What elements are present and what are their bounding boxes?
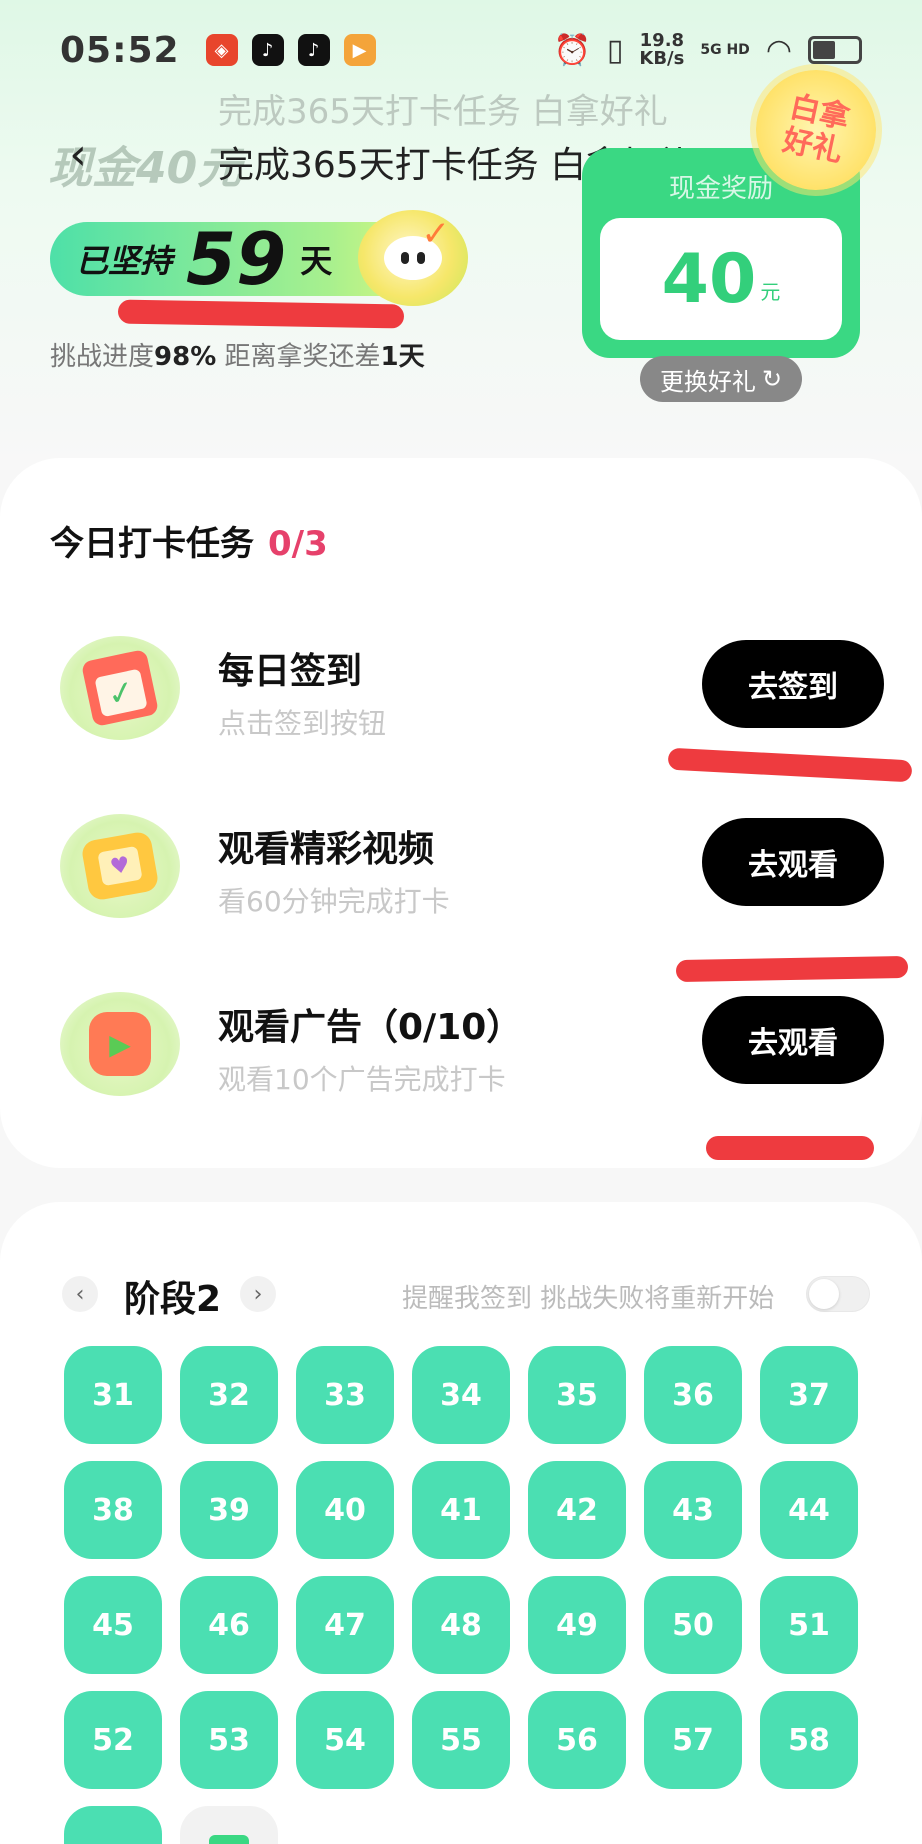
task-name: 每日签到 bbox=[218, 651, 363, 692]
mini-reward-icon: 40 bbox=[209, 1835, 249, 1844]
day-cell[interactable]: 45 bbox=[64, 1576, 162, 1674]
day-cell[interactable]: 39 bbox=[180, 1461, 278, 1559]
day-cell[interactable]: 54 bbox=[296, 1691, 394, 1789]
day-cell[interactable]: 47 bbox=[296, 1576, 394, 1674]
day-cell[interactable]: 48 bbox=[412, 1576, 510, 1674]
stage-title: 阶段2 bbox=[124, 1279, 222, 1320]
day-cell[interactable]: 58 bbox=[760, 1691, 858, 1789]
task-desc: 点击签到按钮 bbox=[218, 707, 387, 740]
reward-day-cell[interactable]: 40 bbox=[180, 1806, 278, 1844]
watch-ads-button[interactable]: 去观看 bbox=[702, 996, 884, 1084]
stage-card: ‹ 阶段2 › 提醒我签到 挑战失败将重新开始 31 32 33 34 35 36 37 38… bbox=[0, 1202, 922, 1844]
change-gift-label: 更换好礼 bbox=[659, 367, 756, 396]
reward-amount-box: 40 元 bbox=[600, 218, 842, 340]
video-icon: ♥ bbox=[60, 814, 180, 918]
task-count: 0/3 bbox=[268, 524, 328, 564]
progress-percent: 98% bbox=[154, 342, 217, 372]
ghost-title: 完成365天打卡任务 白拿好礼 bbox=[218, 92, 668, 132]
badge-text: 白拿好礼 bbox=[779, 89, 853, 170]
day-cell[interactable]: 51 bbox=[760, 1576, 858, 1674]
day-cell[interactable]: 50 bbox=[644, 1576, 742, 1674]
day-cell[interactable]: 32 bbox=[180, 1346, 278, 1444]
status-time: 05:52 bbox=[60, 29, 180, 71]
battery-icon bbox=[808, 36, 862, 64]
checkin-button[interactable]: 去签到 bbox=[702, 640, 884, 728]
day-cell[interactable]: 44 bbox=[760, 1461, 858, 1559]
task-name: 观看精彩视频 bbox=[218, 829, 435, 870]
task-desc: 观看10个广告完成打卡 bbox=[218, 1063, 506, 1096]
tiktok-lite-icon: ♪ bbox=[297, 34, 330, 66]
vibrate-icon: ▯ bbox=[606, 32, 624, 68]
chevron-right-icon[interactable]: › bbox=[240, 1276, 276, 1312]
chevron-left-icon[interactable]: ‹ bbox=[62, 1276, 98, 1312]
day-cell[interactable]: 49 bbox=[528, 1576, 626, 1674]
back-icon[interactable]: ‹ bbox=[58, 129, 98, 180]
calendar-icon bbox=[60, 636, 180, 740]
day-cell[interactable]: 36 bbox=[644, 1346, 742, 1444]
notification-icons: ◈ ♪ ♪ ▶ bbox=[205, 34, 376, 66]
day-cell[interactable]: 40 bbox=[296, 1461, 394, 1559]
day-cell[interactable]: 56 bbox=[528, 1691, 626, 1789]
day-cell[interactable]: 57 bbox=[644, 1691, 742, 1789]
app-notification-icon: ◈ bbox=[205, 34, 238, 66]
mascot-icon: ✓ bbox=[358, 210, 468, 306]
task-row-ads: ▶ 观看广告（0/10） 观看10个广告完成打卡 去观看 bbox=[0, 982, 922, 1122]
day-cell[interactable]: 43 bbox=[644, 1461, 742, 1559]
daily-task-card: 今日打卡任务 0/3 每日签到 点击签到按钮 去签到 ♥ 观看精彩视频 看60分钟… bbox=[0, 458, 922, 1168]
task-card-title: 今日打卡任务 0/3 bbox=[50, 516, 328, 565]
speed-unit: KB/s bbox=[639, 48, 685, 69]
task-name: 观看广告（0/10） bbox=[218, 1007, 523, 1048]
day-cell[interactable]: 52 bbox=[64, 1691, 162, 1789]
streak-suffix: 天 bbox=[300, 242, 333, 280]
streak-days: 59 bbox=[186, 217, 287, 301]
wifi-icon: ◠ bbox=[765, 32, 792, 68]
network-type: 5G HD bbox=[700, 42, 750, 58]
day-cell[interactable]: 35 bbox=[528, 1346, 626, 1444]
task-desc: 看60分钟完成打卡 bbox=[218, 885, 450, 918]
tiktok-icon: ♪ bbox=[251, 34, 284, 66]
task-row-video: ♥ 观看精彩视频 看60分钟完成打卡 去观看 bbox=[0, 804, 922, 944]
progress-label: 挑战进度 bbox=[50, 342, 155, 372]
alarm-icon: ⏰ bbox=[553, 32, 591, 68]
day-cell[interactable]: 42 bbox=[528, 1461, 626, 1559]
task-title-text: 今日打卡任务 bbox=[50, 524, 254, 564]
reward-unit: 元 bbox=[760, 279, 781, 304]
task-row-checkin: 每日签到 点击签到按钮 去签到 bbox=[0, 626, 922, 766]
day-cell[interactable]: 55 bbox=[412, 1691, 510, 1789]
day-cell[interactable] bbox=[64, 1806, 162, 1844]
day-cell[interactable]: 41 bbox=[412, 1461, 510, 1559]
annotation-underline bbox=[706, 1136, 874, 1160]
challenge-progress: 挑战进度98% 距离拿奖还差1天 bbox=[50, 336, 425, 373]
watch-video-button[interactable]: 去观看 bbox=[702, 818, 884, 906]
change-gift-button[interactable]: 更换好礼 ↻ bbox=[640, 356, 802, 402]
progress-middle: 距离拿奖还差 bbox=[216, 342, 381, 372]
day-cell[interactable]: 33 bbox=[296, 1346, 394, 1444]
day-cell[interactable]: 53 bbox=[180, 1691, 278, 1789]
stage-header: ‹ 阶段2 › 提醒我签到 挑战失败将重新开始 bbox=[0, 1262, 922, 1322]
video-app-icon: ▶ bbox=[343, 34, 376, 66]
day-cell[interactable]: 46 bbox=[180, 1576, 278, 1674]
reminder-label: 提醒我签到 挑战失败将重新开始 bbox=[402, 1284, 775, 1314]
reward-amount: 40 bbox=[661, 239, 757, 319]
status-indicators: ⏰ ▯ 19.8 KB/s 5G HD ◠ bbox=[554, 32, 862, 68]
day-cell[interactable]: 31 bbox=[64, 1346, 162, 1444]
annotation-underline bbox=[117, 299, 405, 329]
day-cell[interactable]: 38 bbox=[64, 1461, 162, 1559]
refresh-icon: ↻ bbox=[761, 365, 783, 393]
network-speed: 19.8 KB/s bbox=[639, 32, 684, 68]
day-cell[interactable]: 34 bbox=[412, 1346, 510, 1444]
ad-icon: ▶ bbox=[60, 992, 180, 1096]
reminder-toggle[interactable] bbox=[806, 1276, 870, 1312]
progress-remaining: 1天 bbox=[380, 342, 425, 372]
streak-prefix: 已坚持 bbox=[76, 242, 173, 280]
annotation-underline bbox=[675, 955, 909, 983]
day-cell[interactable]: 37 bbox=[760, 1346, 858, 1444]
